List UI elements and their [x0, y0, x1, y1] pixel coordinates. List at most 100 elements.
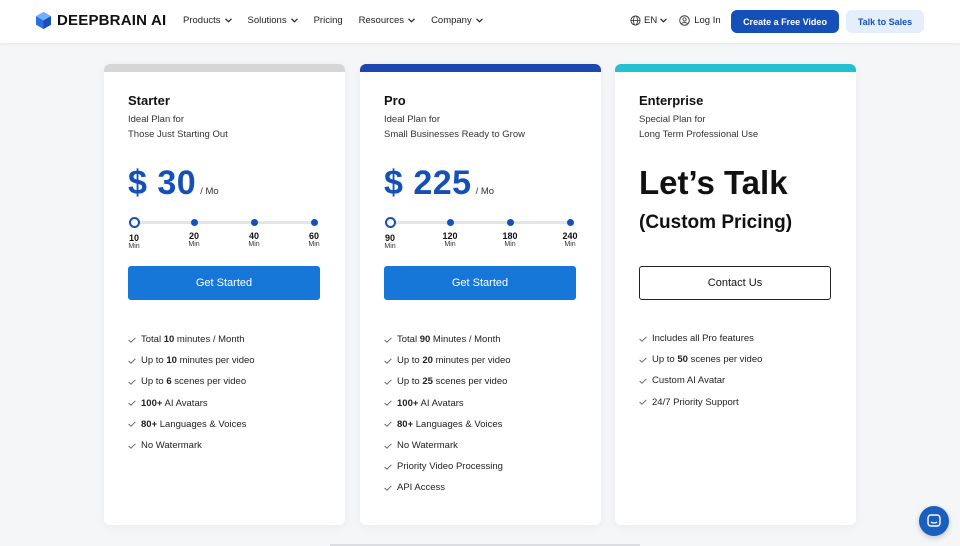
price-amount: $ 30: [128, 164, 197, 202]
card-accent-bar: [104, 64, 345, 72]
slider-stop-unit: Min: [564, 241, 576, 248]
feature-item: Up to 25 scenes per video: [384, 371, 511, 392]
feature-item: Custom AI Avatar: [639, 370, 762, 391]
feature-text-pre: Up to: [397, 376, 423, 388]
nav-solutions-label: Solutions: [247, 15, 287, 26]
nav-company-label: Company: [431, 15, 472, 26]
nav-company[interactable]: Company: [431, 15, 483, 26]
feature-text-post: minutes / Month: [174, 334, 245, 346]
feature-text-highlight: 25: [422, 376, 433, 388]
minutes-slider[interactable]: 10 Min 20 Min 40 Min 60 Min: [128, 217, 320, 257]
get-started-button[interactable]: Get Started: [384, 266, 576, 300]
feature-text-highlight: 10: [163, 334, 175, 346]
language-label: EN: [644, 15, 658, 26]
chat-icon: [927, 514, 941, 527]
feature-text-pre: 24/7 Priority Support: [652, 396, 739, 408]
slider-stop-value: 240: [562, 231, 578, 241]
nav-products[interactable]: Products: [183, 15, 232, 26]
plan-card-pro: Pro Ideal Plan for Small Businesses Read…: [360, 64, 601, 525]
slider-stop-value: 40: [248, 231, 259, 241]
language-selector[interactable]: EN: [630, 15, 668, 26]
nav-solutions[interactable]: Solutions: [248, 15, 298, 26]
feature-item: Includes all Pro features: [639, 328, 762, 349]
feature-text-pre: Up to: [652, 354, 678, 366]
lets-talk-heading: Let’s Talk: [639, 164, 788, 201]
feature-text-pre: Includes all Pro features: [652, 333, 754, 345]
feature-list: Total 90 Minutes / Month Up to 20 minutes…: [384, 329, 511, 499]
slider-stop[interactable]: 40 Min: [234, 217, 274, 248]
feature-item: Priority Video Processing: [384, 456, 511, 477]
feature-list: Total 10 minutes / Month Up to 10 minutes…: [128, 329, 255, 456]
feature-item: 100+ AI Avatars: [128, 393, 255, 414]
checkmark-icon: [384, 464, 392, 470]
price-amount: $ 225: [384, 164, 472, 202]
slider-dot: [506, 219, 514, 226]
checkmark-icon: [384, 485, 392, 491]
minutes-slider[interactable]: 90 Min 120 Min 180 Min 240 Min: [384, 217, 578, 257]
feature-item: API Access: [384, 477, 511, 498]
checkmark-icon: [384, 358, 392, 364]
login-link[interactable]: Log In: [679, 15, 721, 26]
slider-stop[interactable]: 240 Min: [550, 217, 590, 248]
checkmark-icon: [128, 442, 136, 449]
slider-stop[interactable]: 20 Min: [174, 217, 214, 248]
slider-stop-value: 10: [128, 233, 139, 243]
feature-item: No Watermark: [384, 435, 511, 456]
plan-description-line: Ideal Plan for: [128, 114, 184, 125]
slider-stop[interactable]: 10 Min: [114, 217, 154, 250]
nav-resources[interactable]: Resources: [359, 15, 415, 26]
plan-description: Ideal Plan for Small Businesses Ready to…: [384, 112, 584, 142]
logo[interactable]: DEEPBRAIN AI: [36, 12, 166, 29]
plan-description: Special Plan for Long Term Professional …: [639, 112, 839, 142]
plan-name: Starter: [128, 93, 170, 108]
feature-text: Up to 50 scenes per video: [652, 354, 762, 365]
plan-name: Pro: [384, 93, 406, 108]
feature-text-highlight: 20: [422, 355, 433, 367]
logo-text: DEEPBRAIN AI: [57, 12, 167, 29]
feature-text: API Access: [397, 482, 445, 493]
chevron-down-icon: [660, 18, 668, 23]
price-unit: / Mo: [475, 186, 495, 197]
feature-text: 100+ AI Avatars: [141, 398, 208, 409]
plan-description-line: Special Plan for: [639, 114, 706, 125]
slider-stop[interactable]: 90 Min: [370, 217, 410, 250]
nav-pricing[interactable]: Pricing: [314, 15, 343, 26]
create-free-video-button[interactable]: Create a Free Video: [731, 10, 839, 33]
checkmark-icon: [639, 378, 647, 384]
feature-text-post: Languages & Voices: [157, 418, 247, 430]
feature-text-post: scenes per video: [171, 376, 247, 388]
feature-text: No Watermark: [397, 440, 458, 451]
feature-item: Up to 20 minutes per video: [384, 350, 511, 371]
feature-list: Includes all Pro features Up to 50 scenes…: [639, 328, 762, 413]
feature-text-pre: Total: [397, 334, 420, 346]
feature-text-post: Minutes / Month: [430, 334, 501, 346]
slider-stop[interactable]: 60 Min: [294, 217, 334, 248]
contact-us-button[interactable]: Contact Us: [639, 266, 831, 300]
plan-price: $ 225 / Mo: [384, 164, 494, 203]
feature-text-highlight: 80+: [397, 418, 414, 430]
feature-text-pre: API Access: [397, 482, 446, 494]
slider-track: [134, 221, 314, 224]
feature-text-post: AI Avatars: [418, 397, 464, 409]
get-started-button[interactable]: Get Started: [128, 266, 320, 300]
feature-text: 100+ AI Avatars: [397, 398, 464, 409]
slider-stop[interactable]: 180 Min: [490, 217, 530, 248]
feature-text-pre: Up to: [141, 376, 167, 388]
feature-text: Total 90 Minutes / Month: [397, 334, 501, 345]
slider-dot: [250, 219, 258, 226]
chat-widget-button[interactable]: [919, 506, 949, 536]
feature-text: 80+ Languages & Voices: [141, 419, 246, 430]
feature-text: 80+ Languages & Voices: [397, 419, 502, 430]
slider-stop-unit: Min: [444, 241, 456, 248]
slider-stop[interactable]: 120 Min: [430, 217, 470, 248]
slider-stop-unit: Min: [384, 243, 396, 250]
plan-card-starter: Starter Ideal Plan for Those Just Starti…: [104, 64, 345, 525]
feature-text-post: scenes per video: [687, 354, 763, 366]
slider-stop-unit: Min: [308, 241, 320, 248]
plan-description: Ideal Plan for Those Just Starting Out: [128, 112, 328, 142]
talk-to-sales-button[interactable]: Talk to Sales: [846, 10, 924, 33]
slider-handle: [128, 217, 140, 228]
checkmark-icon: [384, 400, 392, 407]
slider-dot: [190, 219, 198, 226]
feature-item: 80+ Languages & Voices: [384, 414, 511, 435]
